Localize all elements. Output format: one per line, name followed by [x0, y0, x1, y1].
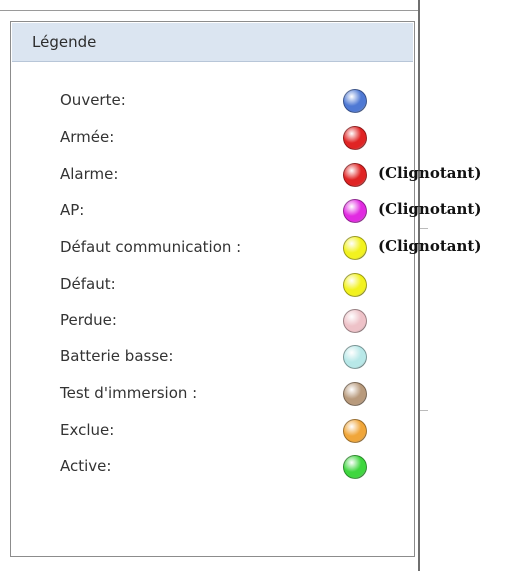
- background-vertical-divider: [418, 0, 420, 571]
- legend-header: Légende: [12, 23, 413, 62]
- legend-item: Alarme: (Clignotant): [11, 160, 481, 190]
- status-dot-icon: [343, 89, 367, 113]
- status-dot-icon: [343, 199, 367, 223]
- legend-item-label: Exclue:: [60, 421, 115, 439]
- blinking-note: (Clignotant): [378, 200, 482, 218]
- status-dot-icon: [343, 236, 367, 260]
- legend-item-label: AP:: [60, 201, 85, 219]
- legend-title: Légende: [32, 33, 97, 51]
- blinking-note: (Clignotant): [378, 237, 482, 255]
- legend-item: Armée:: [11, 123, 416, 153]
- legend-item-label: Armée:: [60, 128, 115, 146]
- legend-item-label: Défaut communication :: [60, 238, 242, 256]
- background-divider-tick: [420, 410, 428, 411]
- status-dot-icon: [343, 345, 367, 369]
- legend-item: Active:: [11, 452, 416, 482]
- legend-item: AP: (Clignotant): [11, 196, 481, 226]
- legend-item-label: Test d'immersion :: [60, 384, 198, 402]
- status-dot-icon: [343, 309, 367, 333]
- legend-panel: Légende Ouverte: Armée: Alarme: (Clignotant…: [10, 21, 481, 557]
- legend-item: Batterie basse:: [11, 342, 416, 372]
- legend-item-label: Ouverte:: [60, 91, 126, 109]
- legend-item-label: Batterie basse:: [60, 347, 174, 365]
- legend-item: Ouverte:: [11, 86, 416, 116]
- status-dot-icon: [343, 419, 367, 443]
- status-dot-icon: [343, 126, 367, 150]
- legend-item: Défaut communication : (Clignotant): [11, 233, 481, 263]
- legend-item: Perdue:: [11, 306, 416, 336]
- status-dot-icon: [343, 382, 367, 406]
- legend-item-label: Défaut:: [60, 275, 116, 293]
- legend-item: Défaut:: [11, 270, 416, 300]
- background-top-bar: [0, 0, 420, 11]
- blinking-note: (Clignotant): [378, 164, 482, 182]
- legend-item-label: Alarme:: [60, 165, 119, 183]
- status-dot-icon: [343, 273, 367, 297]
- status-dot-icon: [343, 455, 367, 479]
- status-dot-icon: [343, 163, 367, 187]
- background-divider-tick: [420, 228, 428, 229]
- legend-item: Test d'immersion :: [11, 379, 416, 409]
- legend-item-label: Active:: [60, 457, 112, 475]
- legend-item-label: Perdue:: [60, 311, 117, 329]
- legend-item: Exclue:: [11, 416, 416, 446]
